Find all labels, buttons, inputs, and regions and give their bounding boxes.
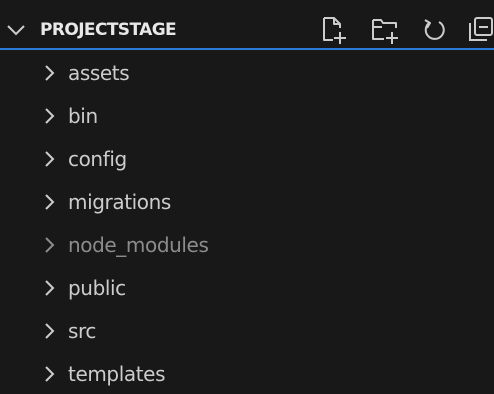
folder-label: bin xyxy=(68,104,98,128)
explorer-section-header[interactable]: PROJECTSTAGE xyxy=(0,0,494,50)
folder-label: templates xyxy=(68,362,166,386)
new-folder-icon[interactable] xyxy=(370,15,400,45)
project-title: PROJECTSTAGE xyxy=(40,20,177,40)
folder-label: migrations xyxy=(68,190,171,214)
chevron-right-icon xyxy=(44,236,56,254)
folder-item-node-modules[interactable]: node_modules xyxy=(0,222,494,265)
folder-item-bin[interactable]: bin xyxy=(0,93,494,136)
folder-tree: assets bin config migrations node_module… xyxy=(0,50,494,394)
folder-item-config[interactable]: config xyxy=(0,136,494,179)
refresh-icon[interactable] xyxy=(420,15,450,45)
folder-item-assets[interactable]: assets xyxy=(0,50,494,93)
chevron-right-icon xyxy=(44,193,56,211)
chevron-right-icon xyxy=(44,107,56,125)
folder-item-templates[interactable]: templates xyxy=(0,351,494,394)
collapse-all-icon[interactable] xyxy=(466,15,494,45)
folder-item-public[interactable]: public xyxy=(0,265,494,308)
chevron-right-icon xyxy=(44,365,56,383)
folder-label: assets xyxy=(68,61,130,85)
folder-label: src xyxy=(68,319,96,343)
folder-label: public xyxy=(68,276,126,300)
chevron-down-icon[interactable] xyxy=(6,23,26,37)
folder-label: node_modules xyxy=(68,233,209,257)
chevron-right-icon xyxy=(44,322,56,340)
file-explorer: PROJECTSTAGE assets bin config migration… xyxy=(0,0,494,394)
new-file-icon[interactable] xyxy=(318,15,348,45)
chevron-right-icon xyxy=(44,64,56,82)
chevron-right-icon xyxy=(44,279,56,297)
chevron-right-icon xyxy=(44,150,56,168)
folder-item-migrations[interactable]: migrations xyxy=(0,179,494,222)
folder-label: config xyxy=(68,147,127,171)
folder-item-src[interactable]: src xyxy=(0,308,494,351)
